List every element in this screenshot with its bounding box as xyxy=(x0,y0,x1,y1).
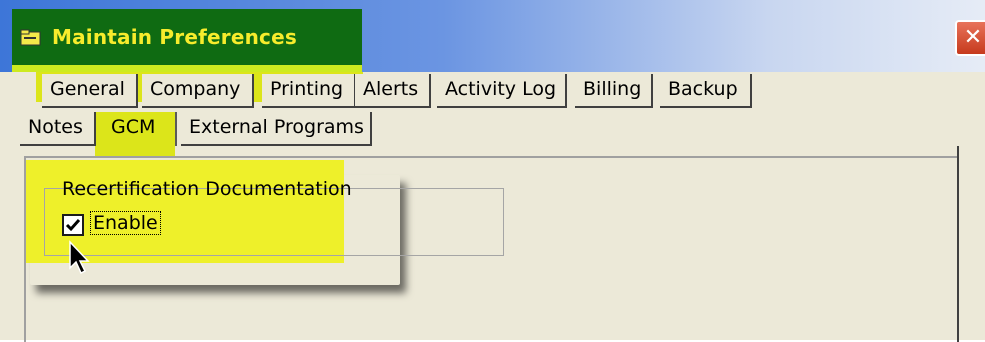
tab-external-programs[interactable]: External Programs xyxy=(181,112,372,146)
tab-alerts[interactable]: Alerts xyxy=(355,74,431,108)
tab-backup[interactable]: Backup xyxy=(660,74,752,108)
tab-activity-log[interactable]: Activity Log xyxy=(437,74,567,108)
panel-right-border xyxy=(957,146,959,342)
panel-top-border xyxy=(24,156,959,158)
tab-printing[interactable]: Printing xyxy=(262,74,356,108)
window-title: Maintain Preferences xyxy=(52,25,297,49)
enable-checkbox[interactable] xyxy=(62,214,84,236)
close-button[interactable]: ✕ xyxy=(955,20,985,56)
tab-notes[interactable]: Notes xyxy=(20,112,96,146)
mouse-cursor-icon xyxy=(69,240,90,275)
groupbox-legend: Recertification Documentation xyxy=(62,178,352,200)
tab-general[interactable]: General xyxy=(42,74,138,108)
tab-billing[interactable]: Billing xyxy=(575,74,653,108)
window-app-icon xyxy=(20,29,41,46)
enable-label[interactable]: Enable xyxy=(90,211,161,235)
tab-gcm[interactable]: GCM xyxy=(103,112,177,146)
checkmark-icon xyxy=(65,219,81,232)
tab-company[interactable]: Company xyxy=(142,74,254,108)
close-icon: ✕ xyxy=(963,25,983,50)
